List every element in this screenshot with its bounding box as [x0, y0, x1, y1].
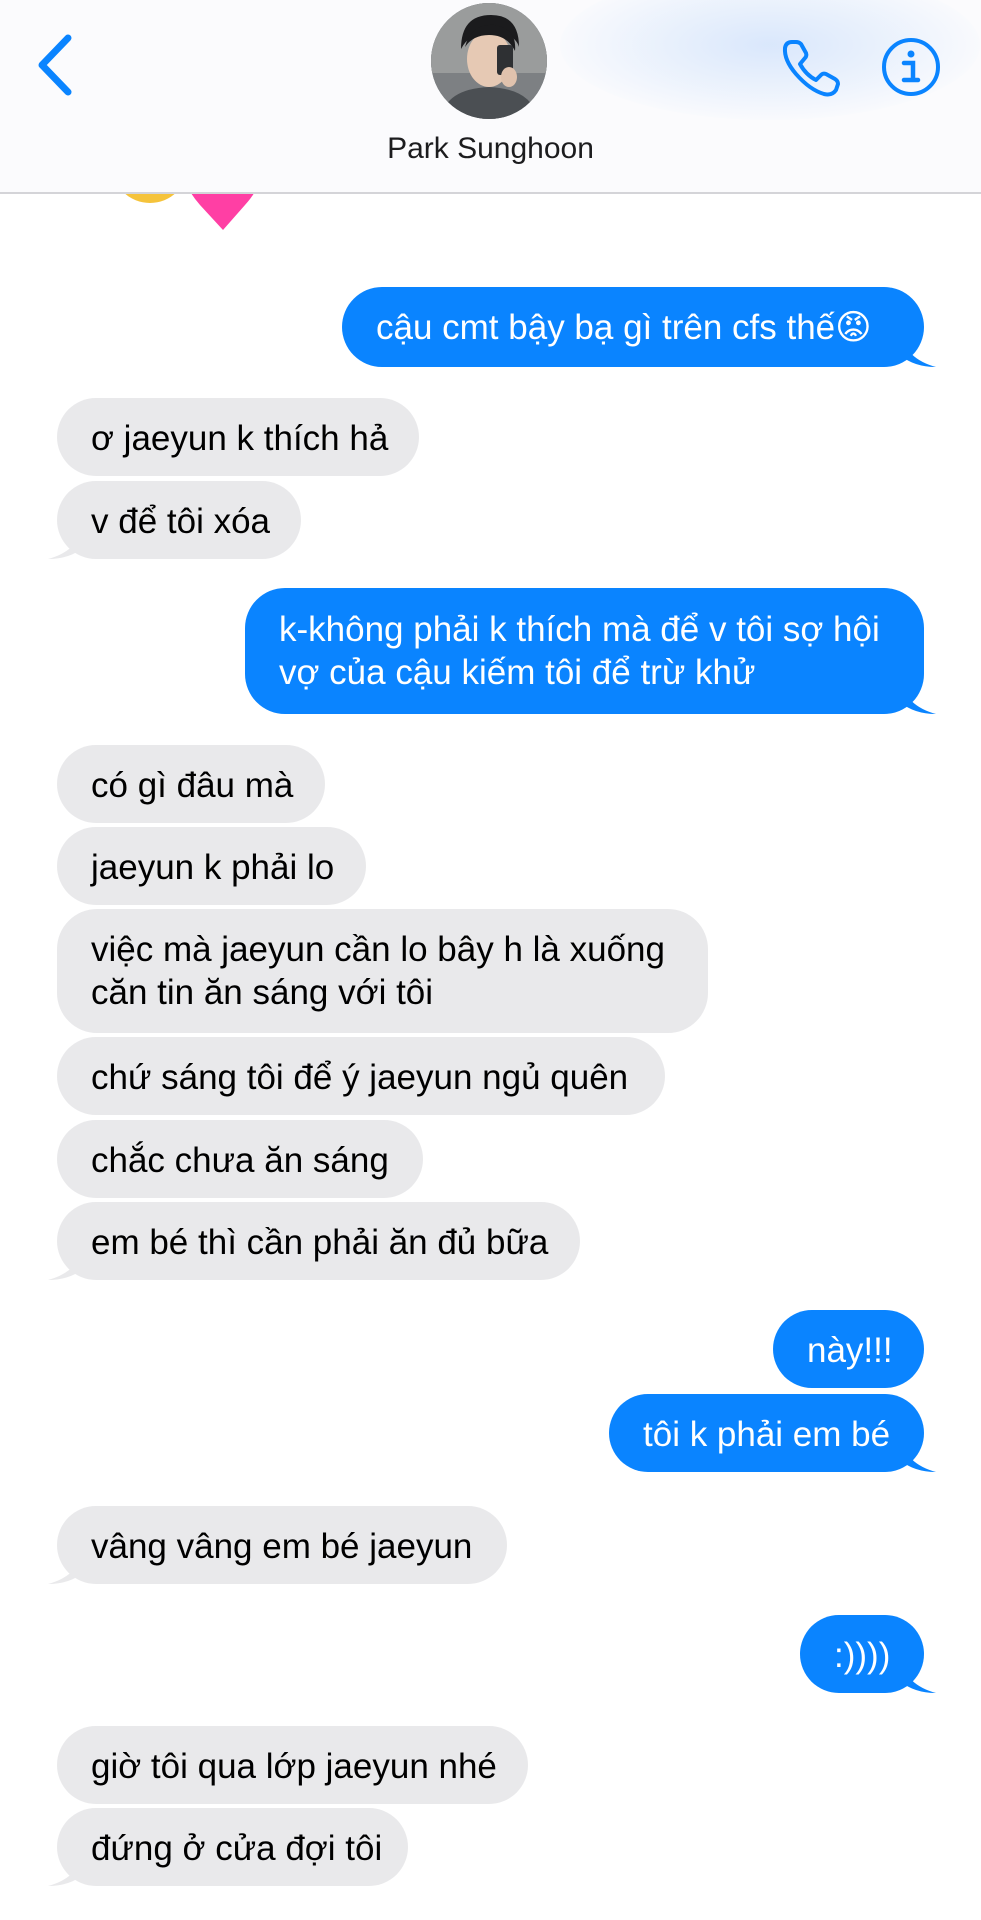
contact-name[interactable]: Park Sunghoon	[0, 132, 981, 166]
incoming-message[interactable]: ơ jaeyun k thích hả	[57, 398, 419, 476]
chevron-left-icon[interactable]	[30, 30, 80, 100]
outgoing-message[interactable]: k-không phải k thích mà để v tôi sợ hội …	[245, 588, 924, 714]
message-thread[interactable]: cậu cmt bậy bạ gì trên cfs thế😡 ơ jaeyun…	[0, 0, 981, 1920]
outgoing-bubble-tail	[900, 1659, 936, 1693]
incoming-message[interactable]: jaeyun k phải lo	[57, 827, 366, 905]
incoming-bubble-tail	[48, 1852, 84, 1886]
phone-icon[interactable]	[778, 36, 842, 100]
messages-screen: cậu cmt bậy bạ gì trên cfs thế😡 ơ jaeyun…	[0, 0, 981, 1920]
incoming-bubble-tail	[48, 1550, 84, 1584]
info-icon[interactable]	[880, 36, 942, 98]
incoming-message[interactable]: em bé thì cần phải ăn đủ bữa	[57, 1202, 580, 1280]
outgoing-message[interactable]: này!!!	[773, 1310, 924, 1388]
outgoing-bubble-tail	[900, 680, 936, 714]
incoming-message[interactable]: chứ sáng tôi để ý jaeyun ngủ quên	[57, 1037, 665, 1115]
avatar[interactable]	[431, 3, 547, 119]
incoming-message[interactable]: v để tôi xóa	[57, 481, 301, 559]
incoming-message[interactable]: đứng ở cửa đợi tôi	[57, 1808, 408, 1886]
outgoing-bubble-tail	[900, 333, 936, 367]
incoming-message[interactable]: giờ tôi qua lớp jaeyun nhé	[57, 1726, 528, 1804]
outgoing-message[interactable]: tôi k phải em bé	[609, 1394, 924, 1472]
incoming-bubble-tail	[48, 1246, 84, 1280]
incoming-bubble-tail	[48, 525, 84, 559]
message-line: việc mà jaeyun cần lo bây h là xuống	[91, 930, 665, 969]
conversation-header: Park Sunghoon	[0, 0, 981, 194]
incoming-message[interactable]: có gì đâu mà	[57, 745, 325, 823]
outgoing-bubble-tail	[900, 1438, 936, 1472]
message-line: vợ của cậu kiếm tôi để trừ khử	[279, 653, 756, 692]
outgoing-message[interactable]: cậu cmt bậy bạ gì trên cfs thế😡	[342, 287, 924, 367]
avatar-photo	[431, 3, 547, 119]
incoming-message[interactable]: chắc chưa ăn sáng	[57, 1120, 423, 1198]
message-line: k-không phải k thích mà để v tôi sợ hội	[279, 610, 880, 649]
message-line: căn tin ăn sáng với tôi	[91, 973, 434, 1012]
incoming-message[interactable]: việc mà jaeyun cần lo bây h là xuống căn…	[57, 909, 708, 1033]
incoming-message[interactable]: vâng vâng em bé jaeyun	[57, 1506, 507, 1584]
